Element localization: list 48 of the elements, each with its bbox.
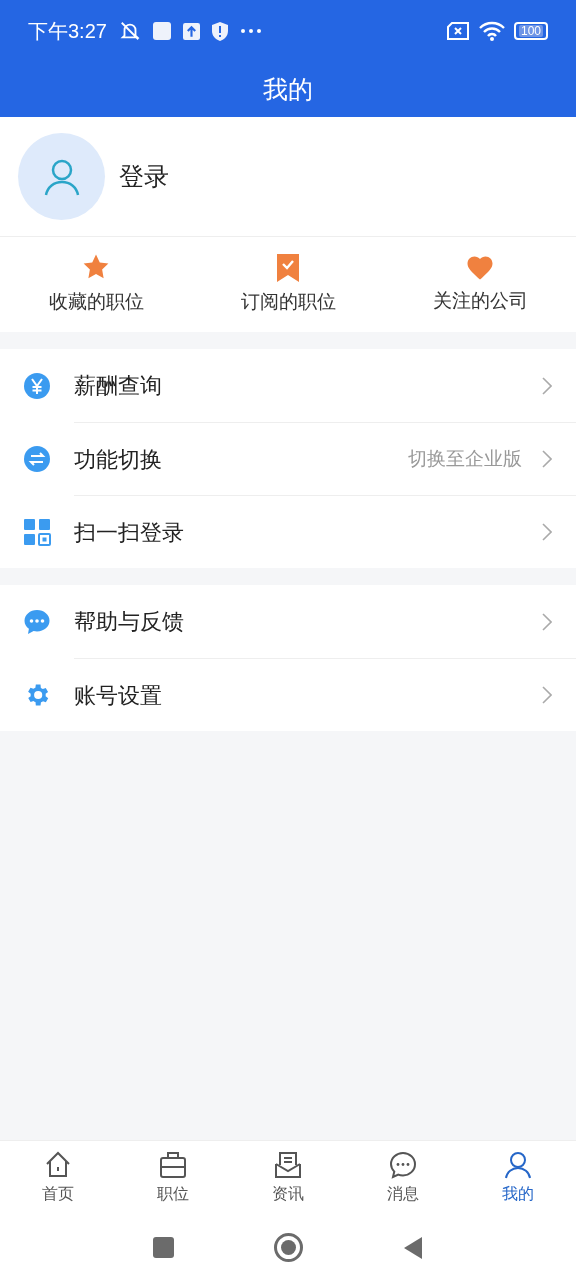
chevron-right-icon <box>542 450 552 468</box>
menu-row[interactable]: 帮助与反馈 <box>0 585 576 658</box>
chat-icon <box>23 607 51 636</box>
yen-icon <box>23 371 51 400</box>
chevron-right-icon <box>542 376 552 395</box>
login-link[interactable]: 登录 <box>119 157 169 196</box>
chevron-right-icon <box>542 612 552 631</box>
bookmark-check-icon <box>275 252 301 283</box>
qr-code-icon <box>23 517 51 546</box>
more-icon <box>239 28 262 34</box>
briefcase-icon <box>157 1150 188 1180</box>
nav-tab[interactable]: 首页 <box>0 1141 116 1215</box>
page-title: 我的 <box>263 73 313 105</box>
back-button[interactable] <box>403 1235 423 1260</box>
nav-tab[interactable]: 消息 <box>345 1141 461 1215</box>
battery-indicator: 100 <box>513 22 548 40</box>
profile-card[interactable]: 登录 <box>0 117 576 237</box>
chevron-right-icon <box>542 523 552 541</box>
menu-value: 切换至企业版 <box>408 446 522 471</box>
status-time: 下午3:27 <box>28 19 107 44</box>
bell-muted-icon <box>118 20 141 42</box>
quick-link[interactable]: 关注的公司 <box>384 237 576 332</box>
menu-label: 功能切换 <box>74 445 163 474</box>
menu-row[interactable]: 功能切换 切换至企业版 <box>0 422 576 495</box>
menu-label: 帮助与反馈 <box>74 608 185 636</box>
menu-row[interactable]: 扫一扫登录 <box>0 495 576 568</box>
home-button[interactable] <box>274 1233 303 1262</box>
nav-tab[interactable]: 资讯 <box>230 1141 346 1215</box>
shield-icon <box>211 21 228 41</box>
menu-label: 扫一扫登录 <box>74 518 185 547</box>
nav-tab[interactable]: 我的 <box>460 1141 576 1215</box>
chevron-right-icon <box>542 686 552 704</box>
user-icon <box>503 1150 534 1180</box>
wifi-icon <box>477 20 506 42</box>
no-sim-icon <box>445 22 470 40</box>
quick-link[interactable]: 收藏的职位 <box>0 237 192 332</box>
chat-icon <box>388 1150 419 1180</box>
notification-icon <box>152 22 171 40</box>
upload-icon <box>182 22 200 40</box>
envelope-icon <box>273 1150 303 1180</box>
menu-label: 账号设置 <box>74 681 163 710</box>
menu-row[interactable]: 薪酬查询 <box>0 349 576 422</box>
quick-link[interactable]: 订阅的职位 <box>192 237 384 332</box>
heart-icon <box>465 253 495 282</box>
swap-icon <box>23 444 51 473</box>
nav-tab[interactable]: 职位 <box>115 1141 231 1215</box>
menu-label: 薪酬查询 <box>74 372 163 400</box>
menu-row[interactable]: 账号设置 <box>0 658 576 731</box>
